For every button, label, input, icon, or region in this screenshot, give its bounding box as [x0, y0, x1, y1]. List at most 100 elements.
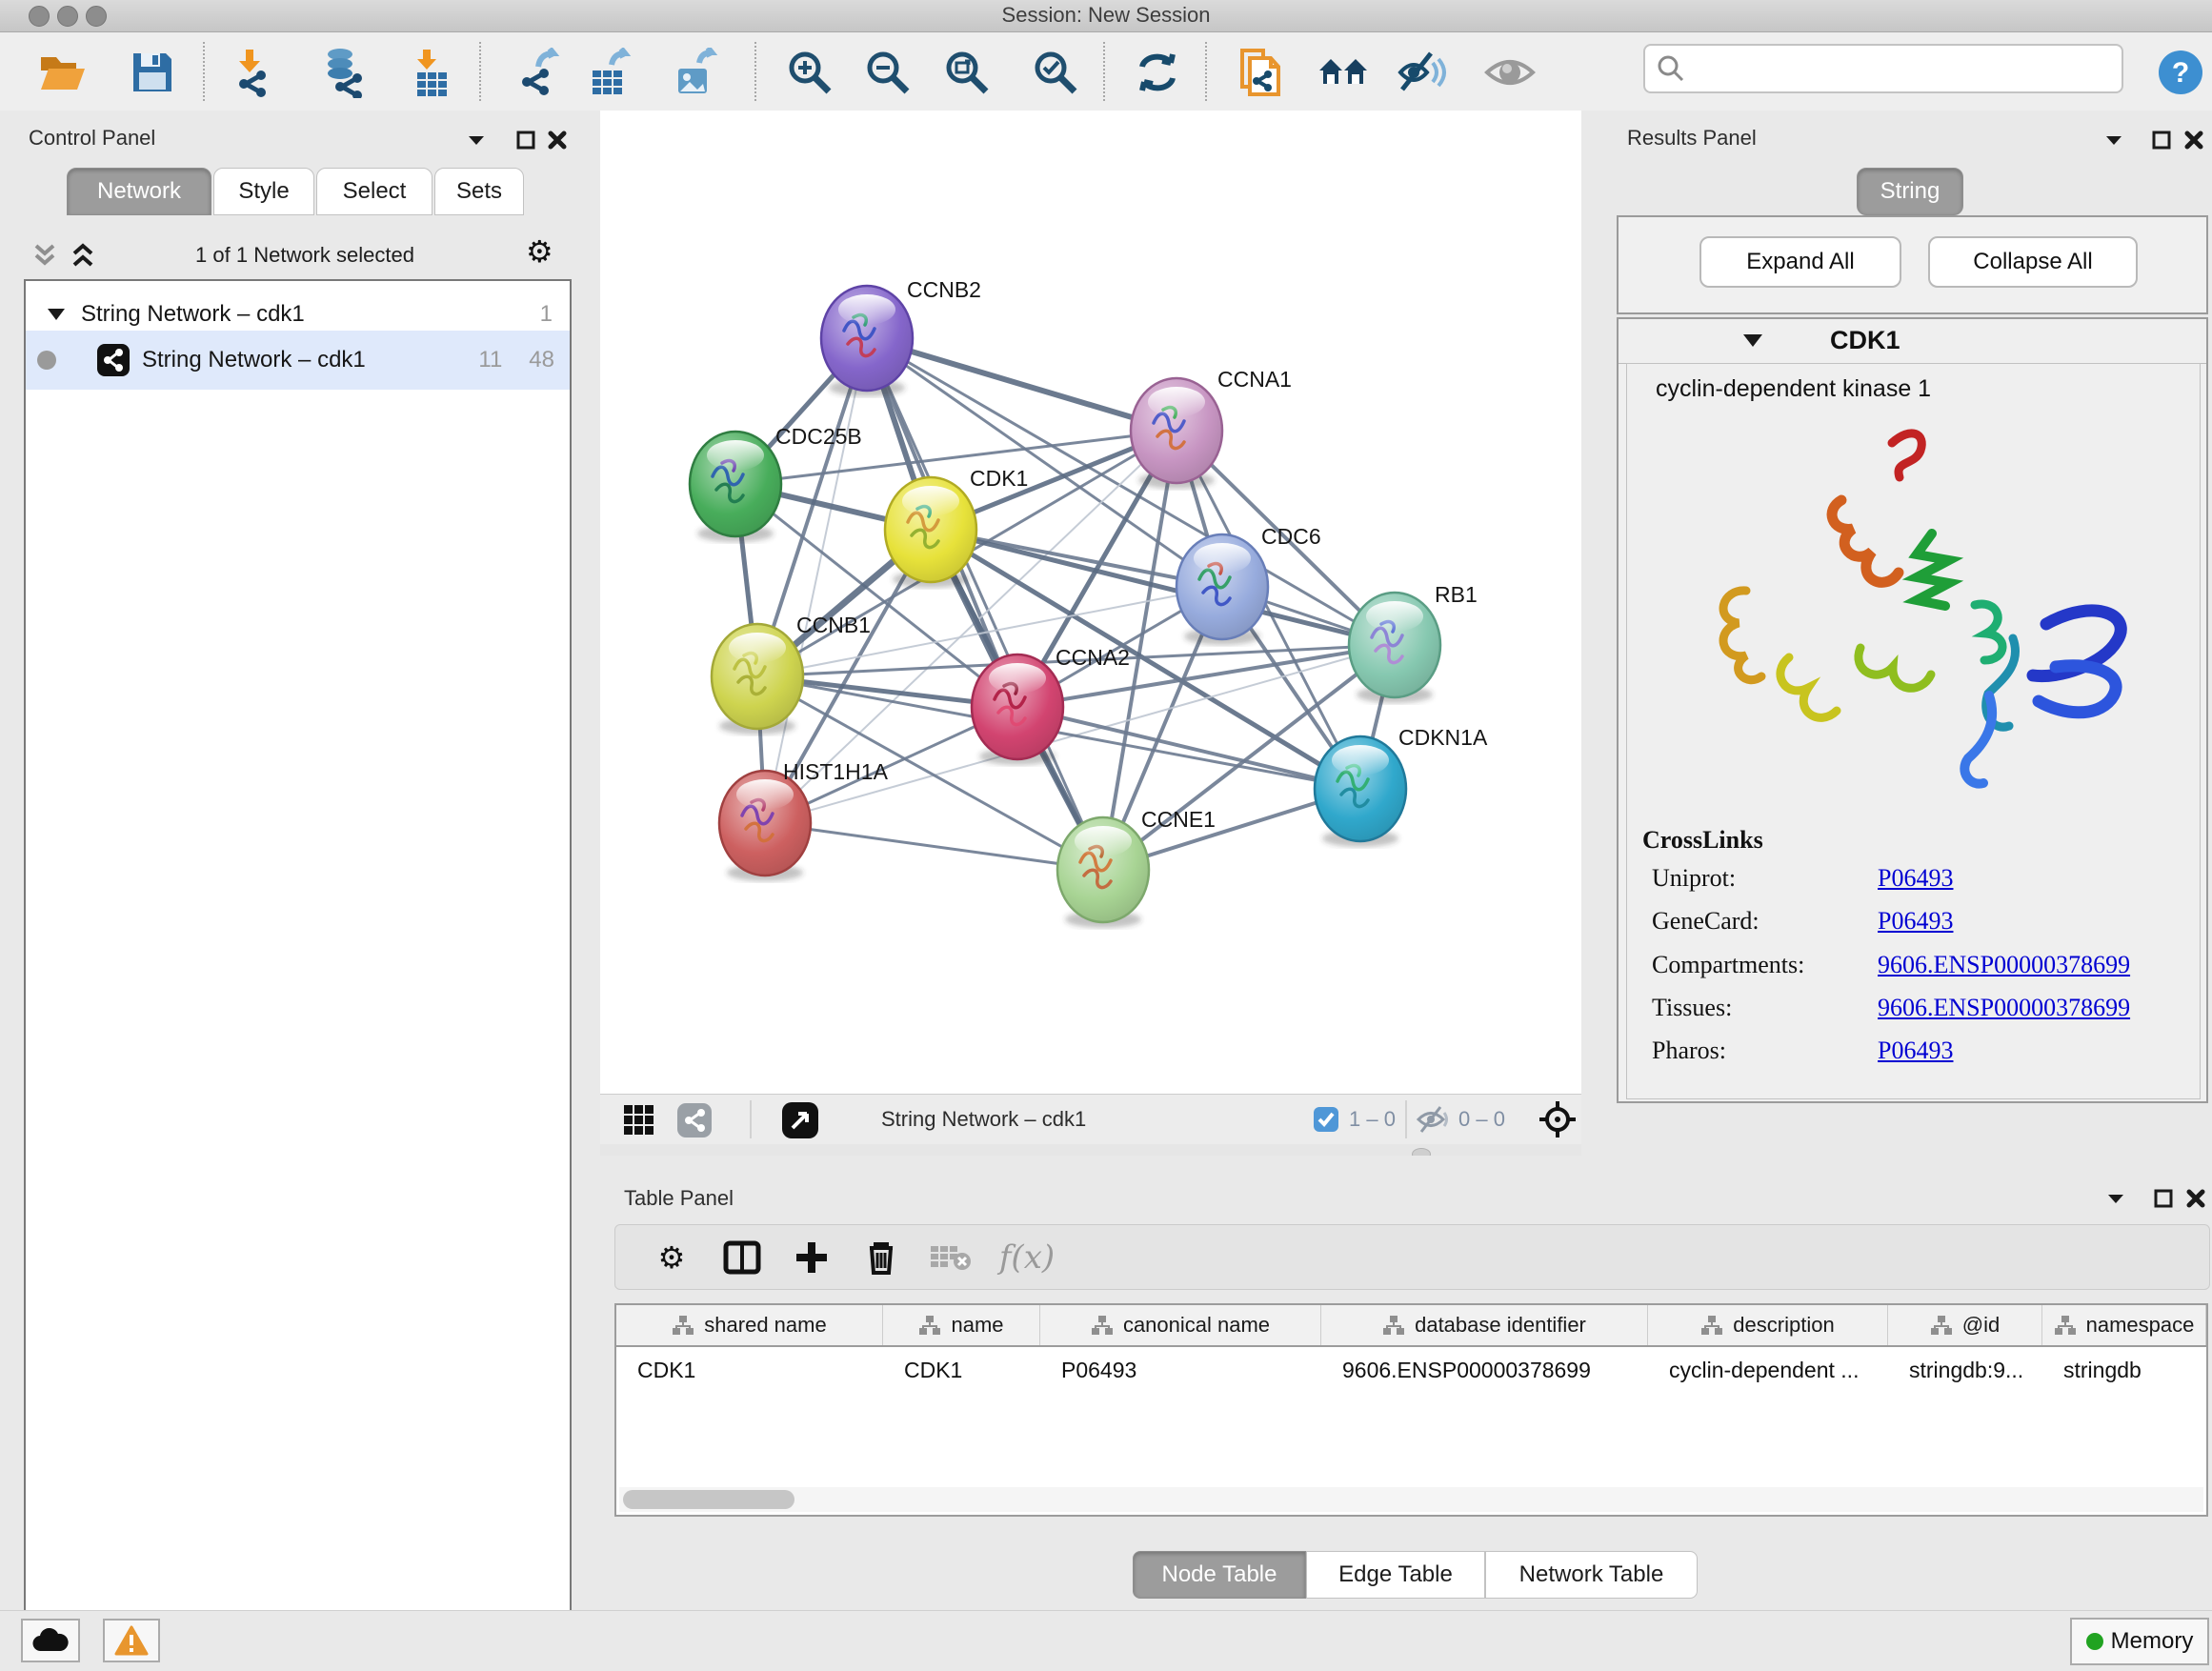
expand-all-networks-icon[interactable]: [67, 240, 99, 277]
table-panel-float-icon[interactable]: [2151, 1186, 2176, 1211]
node-HIST1H1A[interactable]: [719, 771, 811, 881]
create-column-icon[interactable]: [787, 1233, 836, 1282]
crosslink-label-genecard: GeneCard:: [1652, 907, 1760, 936]
collection-expander-icon[interactable]: [47, 308, 66, 321]
table-settings-gear-icon[interactable]: ⚙: [647, 1233, 696, 1282]
scrollbar-thumb[interactable]: [623, 1490, 794, 1509]
node-CDKN1A[interactable]: [1315, 736, 1406, 847]
tab-string[interactable]: String: [1857, 168, 1963, 215]
selected-checkbox-icon[interactable]: [1313, 1106, 1339, 1137]
column-header-canonical-name[interactable]: canonical name: [1040, 1305, 1321, 1345]
crosslink-link-pharos[interactable]: P06493: [1878, 1037, 1953, 1065]
share-document-icon[interactable]: [1234, 46, 1287, 99]
edge-CCNB2-HIST1H1A[interactable]: [765, 338, 867, 823]
control-panel-collapse-icon[interactable]: [464, 128, 489, 152]
crosslink-link-compartments[interactable]: 9606.ENSP00000378699: [1878, 951, 2130, 979]
column-header-database-identifier[interactable]: database identifier: [1321, 1305, 1648, 1345]
crosslink-link-uniprot[interactable]: P06493: [1878, 864, 1953, 893]
node-CDC6[interactable]: [1176, 534, 1268, 645]
node-label-CDC6: CDC6: [1261, 524, 1321, 549]
node-CCNE1[interactable]: [1057, 817, 1149, 928]
column-header-shared-name[interactable]: shared name: [616, 1305, 883, 1345]
tab-sets[interactable]: Sets: [434, 168, 524, 215]
tab-node-table[interactable]: Node Table: [1133, 1551, 1306, 1599]
edge-CCNA2-CDKN1A[interactable]: [1017, 707, 1360, 789]
crosslink-link-genecard[interactable]: P06493: [1878, 907, 1953, 936]
collapse-all-networks-icon[interactable]: [29, 240, 61, 277]
show-all-eye-icon[interactable]: [1483, 46, 1537, 99]
node-CDC25B[interactable]: [690, 432, 781, 542]
zoom-selected-icon[interactable]: [1029, 46, 1082, 99]
column-header-namespace[interactable]: namespace: [2042, 1305, 2206, 1345]
node-CCNB2[interactable]: [821, 286, 913, 396]
hidden-eye-slash-icon[interactable]: [1416, 1105, 1450, 1138]
delete-column-icon[interactable]: [856, 1233, 906, 1282]
warnings-button[interactable]: [103, 1619, 160, 1662]
results-panel-collapse-icon[interactable]: [2101, 128, 2126, 152]
protein-header[interactable]: CDK1: [1619, 319, 2206, 364]
tab-network[interactable]: Network: [67, 168, 211, 215]
tab-style[interactable]: Style: [213, 168, 314, 215]
import-network-database-icon[interactable]: [316, 46, 370, 99]
network-options-gear-icon[interactable]: ⚙: [526, 236, 553, 267]
fit-content-icon[interactable]: [940, 46, 994, 99]
apply-layout-icon[interactable]: [1131, 46, 1184, 99]
search-input[interactable]: [1693, 55, 2122, 82]
import-network-file-icon[interactable]: [223, 46, 276, 99]
control-panel-float-icon[interactable]: [513, 128, 538, 152]
edge-layer[interactable]: [735, 338, 1395, 870]
node-CCNA1[interactable]: [1131, 378, 1222, 489]
edge-CCNB2-CCNE1[interactable]: [867, 338, 1103, 870]
tab-edge-table[interactable]: Edge Table: [1306, 1551, 1485, 1599]
memory-button[interactable]: Memory: [2070, 1618, 2209, 1665]
cell-description: cyclin-dependent ...: [1648, 1347, 1888, 1393]
network-canvas[interactable]: CCNB2CCNA1CDC25BCDK1CDC6RB1CCNB1CCNA2CDK…: [600, 111, 1581, 1094]
table-horizontal-scrollbar[interactable]: [619, 1487, 2203, 1512]
column-header-name[interactable]: name: [883, 1305, 1040, 1345]
protein-expander-icon[interactable]: [1742, 333, 1763, 349]
string-network-graph[interactable]: CCNB2CCNA1CDC25BCDK1CDC6RB1CCNB1CCNA2CDK…: [600, 111, 1581, 1094]
function-builder-icon[interactable]: f(x): [989, 1233, 1065, 1282]
show-grid-icon[interactable]: [623, 1104, 655, 1141]
network-row-selected[interactable]: String Network – cdk1 11 48: [26, 331, 570, 390]
fit-selected-crosshair-icon[interactable]: [1538, 1100, 1577, 1143]
export-image-icon[interactable]: [669, 46, 722, 99]
control-panel-close-icon[interactable]: [545, 128, 570, 152]
table-toolbar: ⚙ f(x): [614, 1224, 2210, 1290]
column-header--id[interactable]: @id: [1888, 1305, 2042, 1345]
export-table-icon[interactable]: [583, 46, 636, 99]
export-network-icon[interactable]: [512, 46, 565, 99]
cloud-button[interactable]: [21, 1619, 80, 1662]
show-columns-icon[interactable]: [717, 1233, 767, 1282]
expand-all-button[interactable]: Expand All: [1699, 236, 1901, 288]
node-RB1[interactable]: [1349, 593, 1440, 703]
search-field[interactable]: [1643, 44, 2123, 93]
memory-status-dot: [2086, 1633, 2103, 1650]
edge-CCNB2-CCNA1[interactable]: [867, 338, 1176, 431]
tab-network-table[interactable]: Network Table: [1485, 1551, 1698, 1599]
open-session-icon[interactable]: [35, 46, 89, 99]
import-table-file-icon[interactable]: [404, 46, 457, 99]
toolbar-separator: [479, 42, 481, 101]
crosslink-link-tissues[interactable]: 9606.ENSP00000378699: [1878, 994, 2130, 1022]
results-panel-float-icon[interactable]: [2149, 128, 2174, 152]
collapse-all-button[interactable]: Collapse All: [1928, 236, 2138, 288]
table-panel-close-icon[interactable]: [2183, 1186, 2208, 1211]
save-session-icon[interactable]: [126, 46, 179, 99]
zoom-in-icon[interactable]: [783, 46, 836, 99]
table-row[interactable]: CDK1CDK1P064939606.ENSP00000378699cyclin…: [616, 1347, 2206, 1393]
edge-HIST1H1A-CCNE1[interactable]: [765, 823, 1103, 870]
birds-eye-view-icon[interactable]: [781, 1101, 819, 1144]
node-CCNB1[interactable]: [712, 624, 803, 735]
results-panel-close-icon[interactable]: [2182, 128, 2206, 152]
table-panel-collapse-icon[interactable]: [2103, 1186, 2128, 1211]
tab-select[interactable]: Select: [316, 168, 432, 215]
hide-unhide-icon[interactable]: [1395, 46, 1448, 99]
zoom-out-icon[interactable]: [861, 46, 915, 99]
help-icon[interactable]: ?: [2154, 46, 2207, 99]
delete-table-icon[interactable]: [926, 1233, 975, 1282]
string-home-icon[interactable]: [1317, 46, 1370, 99]
edge-CDK1-RB1[interactable]: [931, 530, 1395, 645]
share-network-icon[interactable]: [676, 1102, 713, 1143]
column-header-description[interactable]: description: [1648, 1305, 1888, 1345]
